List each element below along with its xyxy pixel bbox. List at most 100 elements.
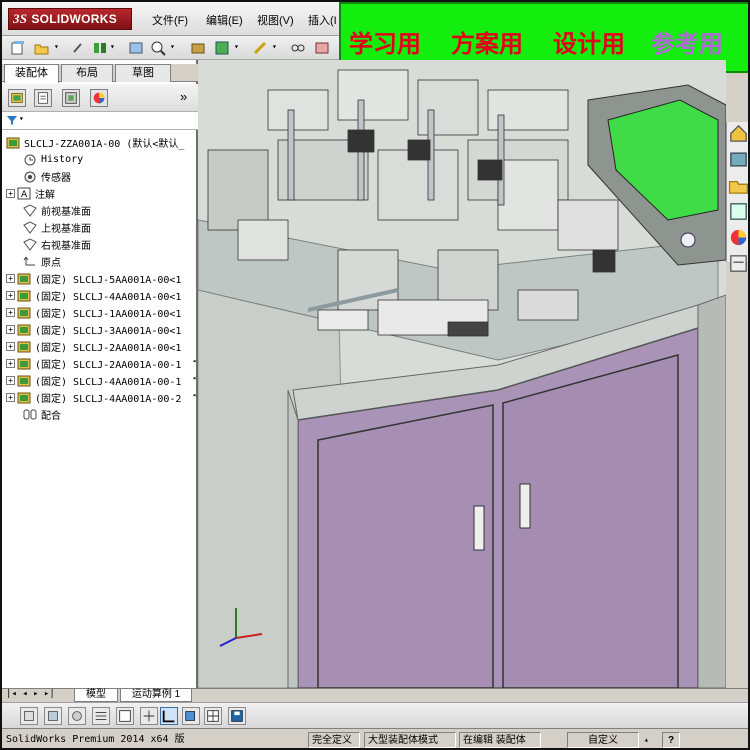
view-toolbar <box>2 702 748 728</box>
help-button[interactable]: ? <box>662 732 680 748</box>
menu-file[interactable]: 文件(F) <box>152 12 188 28</box>
dropdown-arrow-icon[interactable]: ▾ <box>272 42 277 51</box>
machine-model-render[interactable] <box>198 60 726 688</box>
expand-icon[interactable]: + <box>6 308 15 317</box>
open-folder-icon[interactable] <box>34 40 50 56</box>
tree-item-component[interactable]: + (固定) SLCLJ-2AA001A-00<1 <box>6 338 181 355</box>
filter-dropdown-icon[interactable]: ▾ <box>19 114 24 123</box>
tree-root[interactable]: SLCLJ-ZZA001A-00 (默认<默认_ <box>6 134 184 151</box>
expand-icon[interactable]: + <box>6 342 15 351</box>
tab-model[interactable]: 模型 <box>74 689 118 702</box>
move-component-icon[interactable] <box>314 40 330 56</box>
dropdown-arrow-icon[interactable]: ▾ <box>110 42 115 51</box>
insert-component-icon[interactable] <box>214 40 230 56</box>
display-manager-icon[interactable] <box>90 89 108 107</box>
tree-item-component[interactable]: + (固定) SLCLJ-4AA001A-00<1 <box>6 287 181 304</box>
tree-item-label: 注解 <box>35 190 55 201</box>
tree-item-component[interactable]: + (固定) SLCLJ-4AA001A-00-2 <box>6 389 181 406</box>
rebuild-icon[interactable] <box>92 40 108 56</box>
tree-item-label: History <box>41 154 84 165</box>
tree-item-history[interactable]: History <box>12 151 83 168</box>
feature-tree-icon[interactable] <box>8 89 26 107</box>
tab-assembly[interactable]: 装配体 <box>4 64 59 83</box>
tree-item-top-plane[interactable]: 上视基准面 <box>12 219 91 236</box>
tree-item-mates[interactable]: 配合 <box>12 406 61 423</box>
pin-icon[interactable] <box>70 40 86 56</box>
shaded-icon[interactable] <box>182 707 200 725</box>
save-view-icon[interactable] <box>228 707 246 725</box>
banner-label-reference: 参考用 <box>651 30 723 58</box>
tree-item-label: 上视基准面 <box>41 224 91 235</box>
menu-edit[interactable]: 编辑(E) <box>206 12 243 28</box>
tab-sketch[interactable]: 草图 <box>115 64 171 82</box>
options-icon[interactable] <box>128 40 144 56</box>
tree-item-sensors[interactable]: 传感器 <box>12 168 71 185</box>
menu-insert[interactable]: 插入(I <box>308 12 337 28</box>
tab-nav-arrows-icon[interactable]: |◂ ◂ ▸ ▸| <box>6 689 55 699</box>
tree-item-origin[interactable]: 原点 <box>12 253 61 270</box>
expand-icon[interactable]: + <box>6 325 15 334</box>
list-view-icon[interactable] <box>92 707 110 725</box>
property-manager-icon[interactable] <box>34 89 52 107</box>
expand-icon[interactable]: + <box>6 359 15 368</box>
zoom-icon[interactable] <box>150 40 166 56</box>
custom-properties-icon[interactable] <box>727 252 750 275</box>
tree-item-label: (固定) SLCLJ-2AA001A-00-1 <box>35 360 182 371</box>
graphics-viewport[interactable] <box>198 60 726 688</box>
tab-layout[interactable]: 布局 <box>61 64 113 82</box>
view-orientation-icon[interactable] <box>20 707 38 725</box>
design-library-icon[interactable] <box>727 174 750 197</box>
plane-icon <box>23 204 37 217</box>
mate-icon[interactable] <box>290 40 306 56</box>
status-definition: 完全定义 <box>308 732 360 748</box>
expand-icon[interactable]: + <box>6 376 15 385</box>
dropdown-arrow-icon[interactable]: ▾ <box>170 42 175 51</box>
grid-icon[interactable] <box>204 707 222 725</box>
tree-item-component[interactable]: + (固定) SLCLJ-4AA001A-00-1 <box>6 372 181 389</box>
new-document-icon[interactable] <box>10 40 26 56</box>
section-view-icon[interactable] <box>44 707 62 725</box>
banner-label-scheme: 方案用 <box>451 30 523 58</box>
tree-item-component[interactable]: + (固定) SLCLJ-3AA001A-00<1 <box>6 321 181 338</box>
tree-item-right-plane[interactable]: 右视基准面 <box>12 236 91 253</box>
file-explorer-icon[interactable] <box>727 200 750 223</box>
feature-manager-panel: 装配体 布局 草图 » ▾ SLCLJ-ZZA001A-00 (默认<默认_ H… <box>2 60 198 688</box>
expand-icon[interactable]: + <box>6 189 15 198</box>
tree-item-component[interactable]: + (固定) SLCLJ-2AA001A-00-1 <box>6 355 181 372</box>
tree-item-front-plane[interactable]: 前视基准面 <box>12 202 91 219</box>
tree-item-annotations[interactable]: + A 注解 <box>6 185 55 202</box>
plane-icon <box>23 238 37 251</box>
solidworks-logo[interactable]: 3S SOLIDWORKS <box>8 8 132 30</box>
tab-motion-study[interactable]: 运动算例 1 <box>120 689 192 702</box>
display-style-icon[interactable] <box>68 707 86 725</box>
tree-item-component[interactable]: + (固定) SLCLJ-5AA001A-00<1 <box>6 270 181 287</box>
tree-item-label: 传感器 <box>41 173 71 184</box>
tree-filter-bar[interactable]: ▾ <box>2 112 198 130</box>
panel-collapse-button[interactable]: » <box>180 89 187 104</box>
split-icon[interactable] <box>140 707 158 725</box>
expand-icon[interactable]: + <box>6 274 15 283</box>
assembly-icon[interactable] <box>190 40 206 56</box>
table-view-icon[interactable] <box>116 707 134 725</box>
filter-icon[interactable] <box>6 115 18 126</box>
units-dropdown-icon[interactable]: ▴ <box>644 732 649 748</box>
tree-item-label: (固定) SLCLJ-2AA001A-00<1 <box>35 343 182 354</box>
scroll-marker-icon: ◂ <box>192 374 197 382</box>
menu-view[interactable]: 视图(V) <box>257 12 294 28</box>
expand-icon[interactable]: + <box>6 291 15 300</box>
tree-item-label: (固定) SLCLJ-3AA001A-00<1 <box>35 326 182 337</box>
tree-item-component[interactable]: + (固定) SLCLJ-1AA001A-00<1 <box>6 304 181 321</box>
subassembly-icon <box>17 290 31 302</box>
dropdown-arrow-icon[interactable]: ▾ <box>234 42 239 51</box>
smart-fastener-icon[interactable] <box>252 40 268 56</box>
resources-icon[interactable] <box>727 148 750 171</box>
dropdown-arrow-icon[interactable]: ▾ <box>54 42 59 51</box>
expand-icon[interactable]: + <box>6 393 15 402</box>
configuration-manager-icon[interactable] <box>62 89 80 107</box>
bottom-tabs: |◂ ◂ ▸ ▸| 模型 运动算例 1 <box>2 688 748 702</box>
status-editing: 在编辑 装配体 <box>459 732 541 748</box>
appearances-icon[interactable] <box>727 226 750 249</box>
status-units[interactable]: 自定义 <box>567 732 639 748</box>
home-icon[interactable] <box>727 122 750 145</box>
dimetric-icon[interactable] <box>160 707 178 725</box>
